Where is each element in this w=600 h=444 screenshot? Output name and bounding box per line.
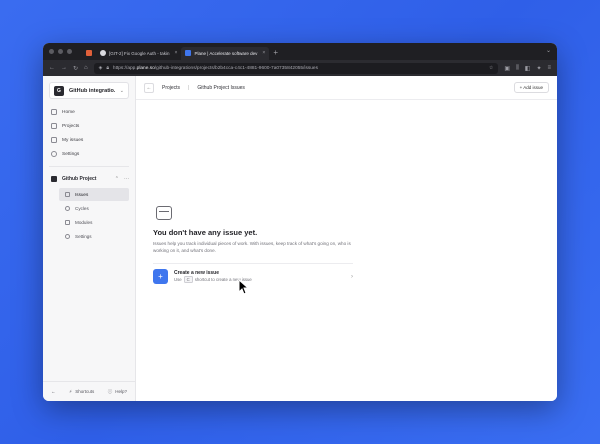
menu-icon[interactable]: ≡ (547, 65, 551, 72)
create-issue-row[interactable]: + Create a new issue Use C shortcut to c… (153, 263, 353, 284)
favicon-icon (86, 50, 92, 56)
plus-icon[interactable]: + (153, 269, 168, 284)
gear-icon (65, 234, 70, 239)
window-controls (49, 49, 72, 54)
tab-list-chevron-icon[interactable]: ⌄ (546, 47, 551, 54)
sidebar-item-my-issues[interactable]: My issues (43, 133, 135, 147)
library-icon[interactable]: ⫼ (516, 65, 519, 72)
tab-pinned[interactable] (82, 47, 96, 60)
empty-description: Issues help you track individual pieces … (153, 241, 351, 253)
browser-window: [GIT-2] Fix Google Auth - takin × Plane … (43, 43, 557, 401)
cycle-icon (65, 206, 70, 211)
workspace-name: GitHub integratio... (69, 87, 115, 94)
help-button[interactable]: ⓘ Help? (108, 389, 127, 395)
minimize-window-icon[interactable] (58, 49, 63, 54)
sidebar: G GitHub integratio... ⌄ Home Projects M… (43, 76, 136, 401)
subnav-settings[interactable]: Settings (59, 230, 129, 243)
page-header: ← Projects | Github Project Issues + Add… (136, 76, 557, 100)
bookmark-star-icon[interactable]: ☆ (489, 66, 493, 71)
subnav-cycles[interactable]: Cycles (59, 202, 129, 215)
reload-icon[interactable]: ↻ (73, 65, 78, 72)
home-icon (51, 109, 57, 115)
chevron-down-icon: ⌄ (119, 87, 124, 94)
sidebar-item-projects[interactable]: Projects (43, 119, 135, 133)
subnav-label: Cycles (75, 206, 89, 211)
mouse-cursor-icon (238, 279, 248, 295)
github-icon (100, 50, 106, 56)
sidebar-footer: ← ⚡︎ Shortcuts ⓘ Help? (43, 381, 135, 401)
tab-plane[interactable]: Plane | Accelerate software dev × (181, 46, 270, 60)
workspace-switcher[interactable]: G GitHub integratio... ⌄ (49, 82, 129, 99)
empty-state: You don't have any issue yet. Issues hel… (153, 206, 353, 284)
url-bar: ← → ↻ ⌂ ◈ 🔒︎ https://app.plane.so/github… (43, 60, 557, 76)
shortcuts-label: Shortcuts (75, 389, 95, 394)
back-arrow-icon[interactable]: ← (49, 65, 55, 71)
breadcrumb-separator: | (188, 84, 190, 91)
gear-icon (51, 151, 57, 157)
collapse-sidebar-icon[interactable]: ← (51, 389, 56, 394)
add-issue-label: Add issue (523, 85, 543, 90)
plane-icon (185, 50, 192, 56)
modules-icon (65, 220, 70, 225)
sidebar-divider (49, 166, 129, 167)
project-icon (51, 176, 57, 182)
subnav-label: Issues (75, 192, 89, 197)
sidebar-item-label: Settings (62, 151, 80, 157)
help-label: Help? (115, 389, 127, 394)
back-button[interactable]: ← (144, 82, 154, 93)
new-tab-icon[interactable]: + (273, 48, 278, 57)
tab-label: Plane | Accelerate software dev (194, 50, 258, 56)
project-subnav: Issues Cycles Modules Settings (43, 188, 135, 243)
chevron-up-icon[interactable]: ⌃ (115, 176, 119, 182)
sidebar-item-label: My issues (62, 137, 84, 143)
tab-github-issue[interactable]: [GIT-2] Fix Google Auth - takin × (96, 47, 181, 60)
url-text: https://app.plane.so/github-integrations… (112, 65, 319, 71)
projects-icon (51, 123, 57, 129)
sidebar-item-home[interactable]: Home (43, 105, 135, 119)
shortcut-key: C (183, 276, 193, 283)
sidebar-item-label: Projects (62, 123, 80, 129)
breadcrumb-current: Github Project Issues (197, 84, 245, 91)
empty-inbox-icon (156, 206, 172, 220)
lightning-icon: ⚡︎ (69, 388, 73, 394)
more-icon[interactable]: ··· (124, 176, 129, 182)
subnav-label: Settings (75, 234, 92, 239)
address-field[interactable]: ◈ 🔒︎ https://app.plane.so/github-integra… (93, 62, 499, 74)
project-name: Github Project (62, 176, 97, 182)
sidebar-nav: Home Projects My issues Settings (43, 105, 135, 161)
project-header[interactable]: Github Project ⌃ ··· (43, 172, 135, 186)
pocket-icon[interactable]: ▣ (504, 65, 510, 72)
tab-label: [GIT-2] Fix Google Auth - takin (109, 50, 170, 56)
home-icon[interactable]: ⌂ (84, 65, 88, 71)
close-window-icon[interactable] (49, 49, 54, 54)
sidebar-toggle-icon[interactable]: ◧ (525, 65, 531, 72)
subnav-issues[interactable]: Issues (59, 188, 129, 201)
lock-icon: 🔒︎ (106, 66, 109, 71)
add-issue-button[interactable]: + Add issue (513, 82, 549, 93)
workspace-avatar: G (54, 85, 64, 96)
forward-arrow-icon[interactable]: → (61, 65, 67, 71)
subnav-modules[interactable]: Modules (59, 216, 129, 229)
empty-title: You don't have any issue yet. (153, 228, 258, 237)
shield-icon: ◈ (98, 65, 103, 71)
breadcrumb-projects[interactable]: Projects (162, 85, 180, 91)
help-icon: ⓘ (107, 388, 113, 394)
issues-icon (51, 137, 57, 143)
browser-toolbar: ▣ ⫼ ◧ ✦ ≡ (504, 65, 551, 72)
issues-icon (65, 192, 70, 197)
hint-prefix: Use (174, 277, 182, 282)
maximize-window-icon[interactable] (67, 49, 72, 54)
tab-bar: [GIT-2] Fix Google Auth - takin × Plane … (43, 43, 557, 60)
subnav-label: Modules (75, 220, 93, 225)
shortcuts-button[interactable]: ⚡︎ Shortcuts (69, 389, 94, 395)
extensions-icon[interactable]: ✦ (536, 65, 541, 72)
sidebar-item-settings[interactable]: Settings (43, 147, 135, 161)
close-tab-icon[interactable]: × (175, 50, 178, 56)
chevron-right-icon: › (351, 273, 353, 280)
sidebar-item-label: Home (62, 109, 75, 115)
close-tab-icon[interactable]: × (262, 50, 265, 56)
